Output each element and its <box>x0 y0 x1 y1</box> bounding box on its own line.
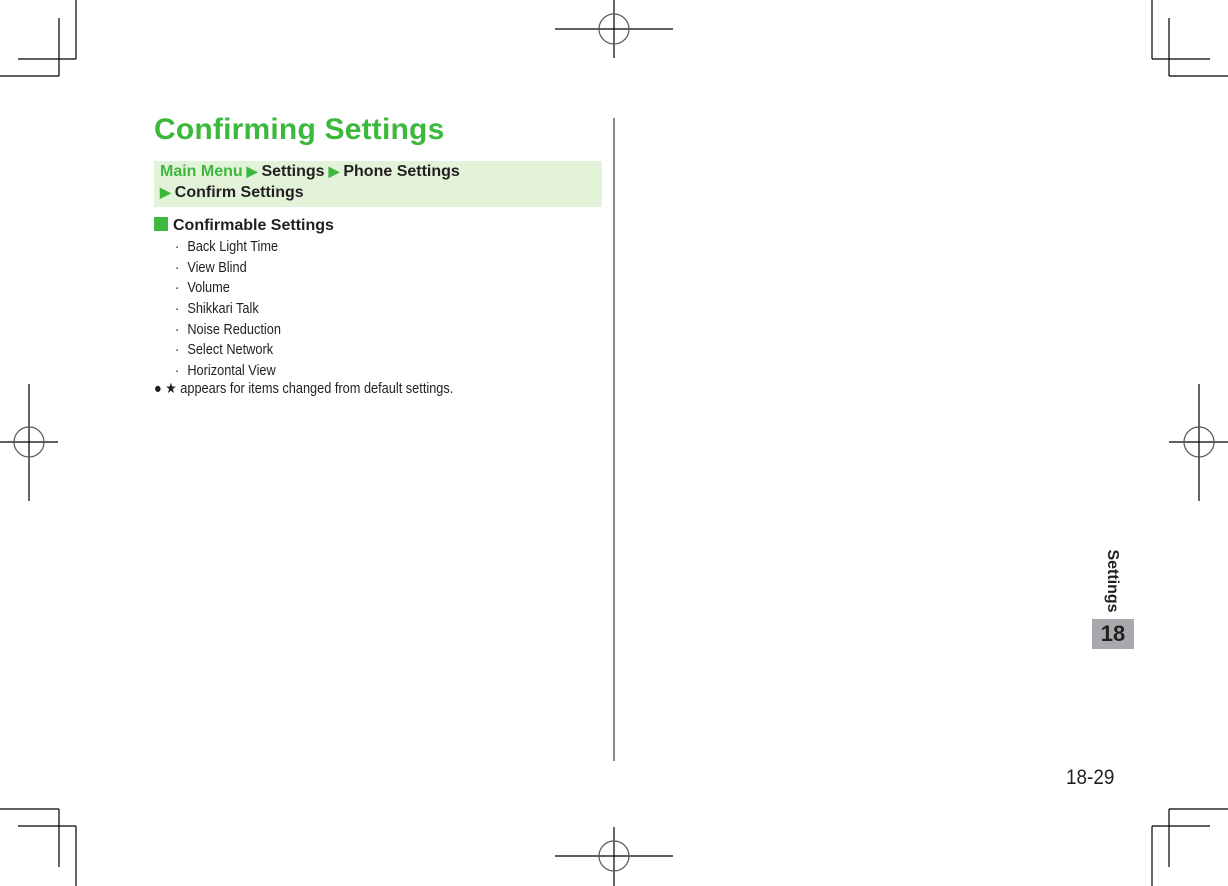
list-item-text: View Blind <box>187 259 247 276</box>
list-item: · Horizontal View <box>175 361 281 382</box>
bullet-dot-icon: · <box>175 301 180 318</box>
list-item-text: Volume <box>187 280 230 297</box>
confirmable-settings-list: · Back Light Time · View Blind · Volume · Sh… <box>175 237 295 382</box>
breadcrumb-line: Main Menu ▶ Settings ▶ Phone Settings <box>160 163 460 181</box>
section-heading-text: Confirmable Settings <box>173 217 334 234</box>
list-item-text: Horizontal View <box>187 363 276 380</box>
triangle-right-icon: ▶ <box>246 163 258 179</box>
side-tab-label: Settings <box>1101 548 1123 614</box>
green-square-icon <box>154 217 168 231</box>
breadcrumb-item-settings: Settings <box>261 163 325 180</box>
bullet-dot-icon: · <box>175 342 180 359</box>
breadcrumb: Main Menu ▶ Settings ▶ Phone Settings ▶ Confi… <box>154 161 602 207</box>
breadcrumb-item-confirm-settings: Confirm Settings <box>174 184 304 201</box>
list-item-text: Back Light Time <box>187 239 279 255</box>
list-item-text: Select Network <box>187 342 274 359</box>
note-text: appears for items changed from default s… <box>180 381 454 397</box>
bullet-dot-icon: · <box>175 321 180 338</box>
page-number: 18-29 <box>1066 766 1115 789</box>
list-item: · Select Network <box>175 340 281 361</box>
list-item: · Volume <box>175 278 281 299</box>
bullet-dot-icon: · <box>175 280 180 297</box>
list-item-text: Noise Reduction <box>187 321 281 338</box>
column-divider <box>613 118 615 761</box>
bullet-dot-icon: · <box>175 259 180 276</box>
breadcrumb-item-main-menu: Main Menu <box>160 163 243 180</box>
breadcrumb-item-phone-settings: Phone Settings <box>343 163 460 180</box>
page-title: Confirming Settings <box>154 113 445 146</box>
list-item: · Shikkari Talk <box>175 299 281 320</box>
triangle-right-icon: ▶ <box>160 184 171 200</box>
list-item-text: Shikkari Talk <box>187 301 259 318</box>
triangle-right-icon: ▶ <box>328 163 340 179</box>
black-circle-icon: ● <box>154 381 162 397</box>
note: ● ★ appears for items changed from defau… <box>154 381 453 397</box>
bullet-dot-icon: · <box>175 363 180 380</box>
section-heading: Confirmable Settings <box>154 217 334 235</box>
list-item: · Noise Reduction <box>175 320 281 341</box>
chapter-number-badge: 18 <box>1092 619 1134 649</box>
list-item: · View Blind <box>175 258 281 279</box>
list-item: · Back Light Time <box>175 237 281 258</box>
star-icon: ★ <box>165 381 177 397</box>
breadcrumb-line: ▶ Confirm Settings <box>160 184 304 202</box>
side-tab-label-text: Settings <box>1104 549 1121 613</box>
bullet-dot-icon: · <box>175 239 180 255</box>
